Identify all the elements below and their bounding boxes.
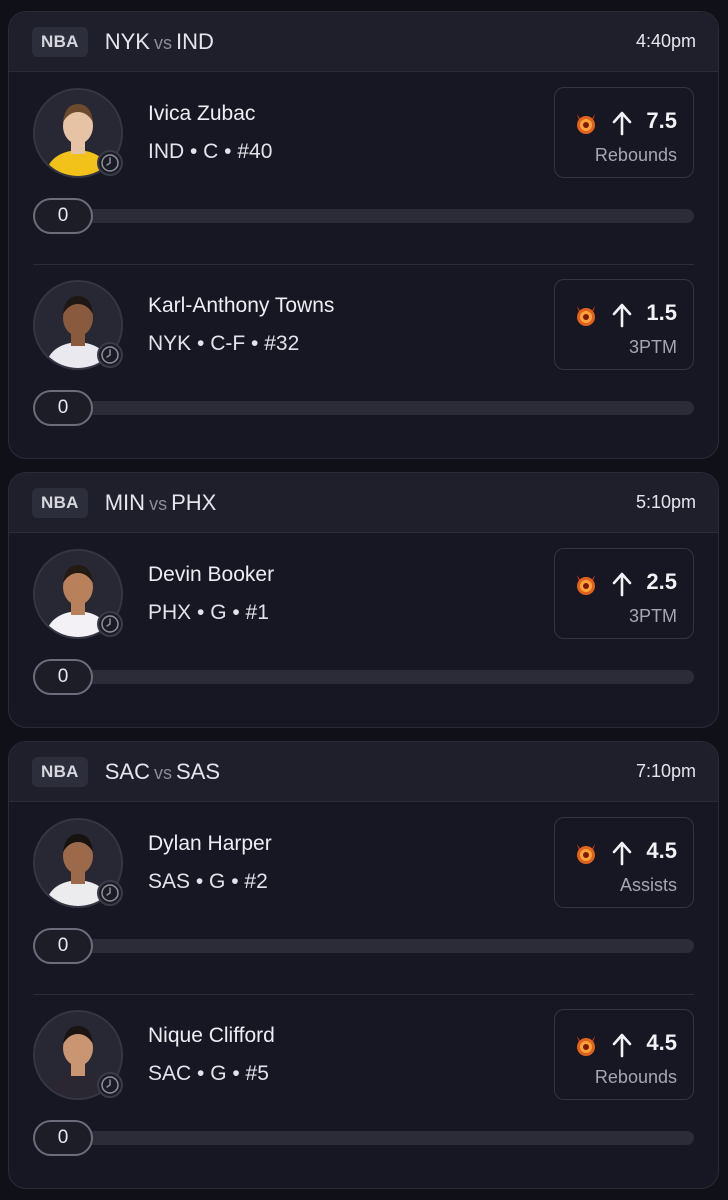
stat-progress-track bbox=[33, 939, 694, 953]
player-meta: IND • C • #40 bbox=[148, 140, 273, 163]
home-team: IND bbox=[175, 28, 214, 54]
game-card: NBA MIN vs PHX 5:10pm Devin Booker PHX • G • #… bbox=[8, 472, 719, 728]
game-card: NBA NYK vs IND 4:40pm Ivica Zubac IND • C • #4… bbox=[8, 11, 719, 459]
prop-stat-label: 3PTM bbox=[628, 606, 677, 626]
home-team: SAS bbox=[175, 758, 221, 784]
stat-progress-track bbox=[33, 209, 694, 223]
up-arrow-icon bbox=[611, 571, 633, 602]
prop-pick-button[interactable]: 4.5 Assists bbox=[554, 817, 694, 908]
stat-progress-track bbox=[33, 401, 694, 415]
player-meta: SAC • G • #5 bbox=[148, 1062, 269, 1085]
clock-icon bbox=[97, 342, 123, 368]
prop-pick-button[interactable]: 1.5 3PTM bbox=[554, 279, 694, 370]
stat-progress-value: 0 bbox=[33, 1120, 93, 1156]
home-team: PHX bbox=[171, 489, 217, 515]
away-team: SAC bbox=[104, 758, 150, 784]
player-name[interactable]: Dylan Harper bbox=[148, 832, 272, 856]
league-badge: NBA bbox=[32, 26, 88, 57]
devil-icon bbox=[573, 840, 599, 871]
prop-pick-button[interactable]: 4.5 Rebounds bbox=[554, 1009, 694, 1100]
player-meta: SAS • G • #2 bbox=[148, 870, 268, 893]
matchup: NYK vs IND bbox=[105, 29, 214, 55]
devil-icon bbox=[573, 1032, 599, 1063]
league-badge: NBA bbox=[32, 756, 88, 787]
stat-progress-value: 0 bbox=[33, 198, 93, 234]
player-name[interactable]: Ivica Zubac bbox=[148, 102, 255, 126]
matchup: MIN vs PHX bbox=[105, 490, 217, 516]
prop-stat-label: Rebounds bbox=[594, 145, 677, 165]
stat-progress-value: 0 bbox=[33, 659, 93, 695]
prop-stat-label: Assists bbox=[619, 875, 677, 895]
stat-progress-track bbox=[33, 1131, 694, 1145]
stat-progress-value: 0 bbox=[33, 928, 93, 964]
up-arrow-icon bbox=[611, 840, 633, 871]
vs-label: vs bbox=[153, 32, 172, 53]
prop-line-value: 1.5 bbox=[646, 300, 677, 325]
game-time: 5:10pm bbox=[635, 492, 696, 512]
prop-stat-label: Rebounds bbox=[594, 1067, 677, 1087]
player-meta: PHX • G • #1 bbox=[148, 601, 269, 624]
player-row[interactable]: Dylan Harper SAS • G • #2 4.5 Assists 0 bbox=[9, 802, 718, 994]
player-name[interactable]: Devin Booker bbox=[148, 563, 274, 587]
devil-icon bbox=[573, 302, 599, 333]
player-name[interactable]: Karl-Anthony Towns bbox=[148, 294, 334, 318]
prop-line-value: 4.5 bbox=[646, 838, 677, 863]
up-arrow-icon bbox=[611, 302, 633, 333]
prop-pick-button[interactable]: 7.5 Rebounds bbox=[554, 87, 694, 178]
player-row[interactable]: Devin Booker PHX • G • #1 2.5 3PTM 0 bbox=[9, 533, 718, 725]
player-row[interactable]: Ivica Zubac IND • C • #40 7.5 Rebounds 0 bbox=[9, 72, 718, 264]
row-divider bbox=[33, 264, 694, 265]
prop-line-value: 2.5 bbox=[646, 569, 677, 594]
player-row[interactable]: Karl-Anthony Towns NYK • C-F • #32 1.5 3PTM… bbox=[9, 264, 718, 456]
clock-icon bbox=[97, 150, 123, 176]
game-time: 7:10pm bbox=[635, 761, 696, 781]
devil-icon bbox=[573, 571, 599, 602]
player-row[interactable]: Nique Clifford SAC • G • #5 4.5 Rebounds 0 bbox=[9, 994, 718, 1186]
devil-icon bbox=[573, 110, 599, 141]
stat-progress-value: 0 bbox=[33, 390, 93, 426]
stat-progress-track bbox=[33, 670, 694, 684]
game-header[interactable]: NBA NYK vs IND 4:40pm bbox=[9, 12, 718, 72]
matchup: SAC vs SAS bbox=[105, 759, 220, 785]
picks-list: NBA NYK vs IND 4:40pm Ivica Zubac IND • C • #4… bbox=[0, 0, 728, 1200]
clock-icon bbox=[97, 880, 123, 906]
prop-pick-button[interactable]: 2.5 3PTM bbox=[554, 548, 694, 639]
player-meta: NYK • C-F • #32 bbox=[148, 332, 300, 355]
away-team: NYK bbox=[104, 28, 150, 54]
row-divider bbox=[33, 994, 694, 995]
clock-icon bbox=[97, 611, 123, 637]
up-arrow-icon bbox=[611, 110, 633, 141]
vs-label: vs bbox=[153, 762, 172, 783]
game-header[interactable]: NBA SAC vs SAS 7:10pm bbox=[9, 742, 718, 802]
game-header[interactable]: NBA MIN vs PHX 5:10pm bbox=[9, 473, 718, 533]
prop-line-value: 4.5 bbox=[646, 1030, 677, 1055]
prop-stat-label: 3PTM bbox=[628, 337, 677, 357]
player-name[interactable]: Nique Clifford bbox=[148, 1024, 275, 1048]
game-card: NBA SAC vs SAS 7:10pm Dylan Harper SAS • G • #… bbox=[8, 741, 719, 1189]
away-team: MIN bbox=[104, 489, 146, 515]
vs-label: vs bbox=[149, 493, 168, 514]
game-time: 4:40pm bbox=[635, 31, 696, 51]
up-arrow-icon bbox=[611, 1032, 633, 1063]
prop-line-value: 7.5 bbox=[646, 108, 677, 133]
clock-icon bbox=[97, 1072, 123, 1098]
league-badge: NBA bbox=[32, 487, 88, 518]
